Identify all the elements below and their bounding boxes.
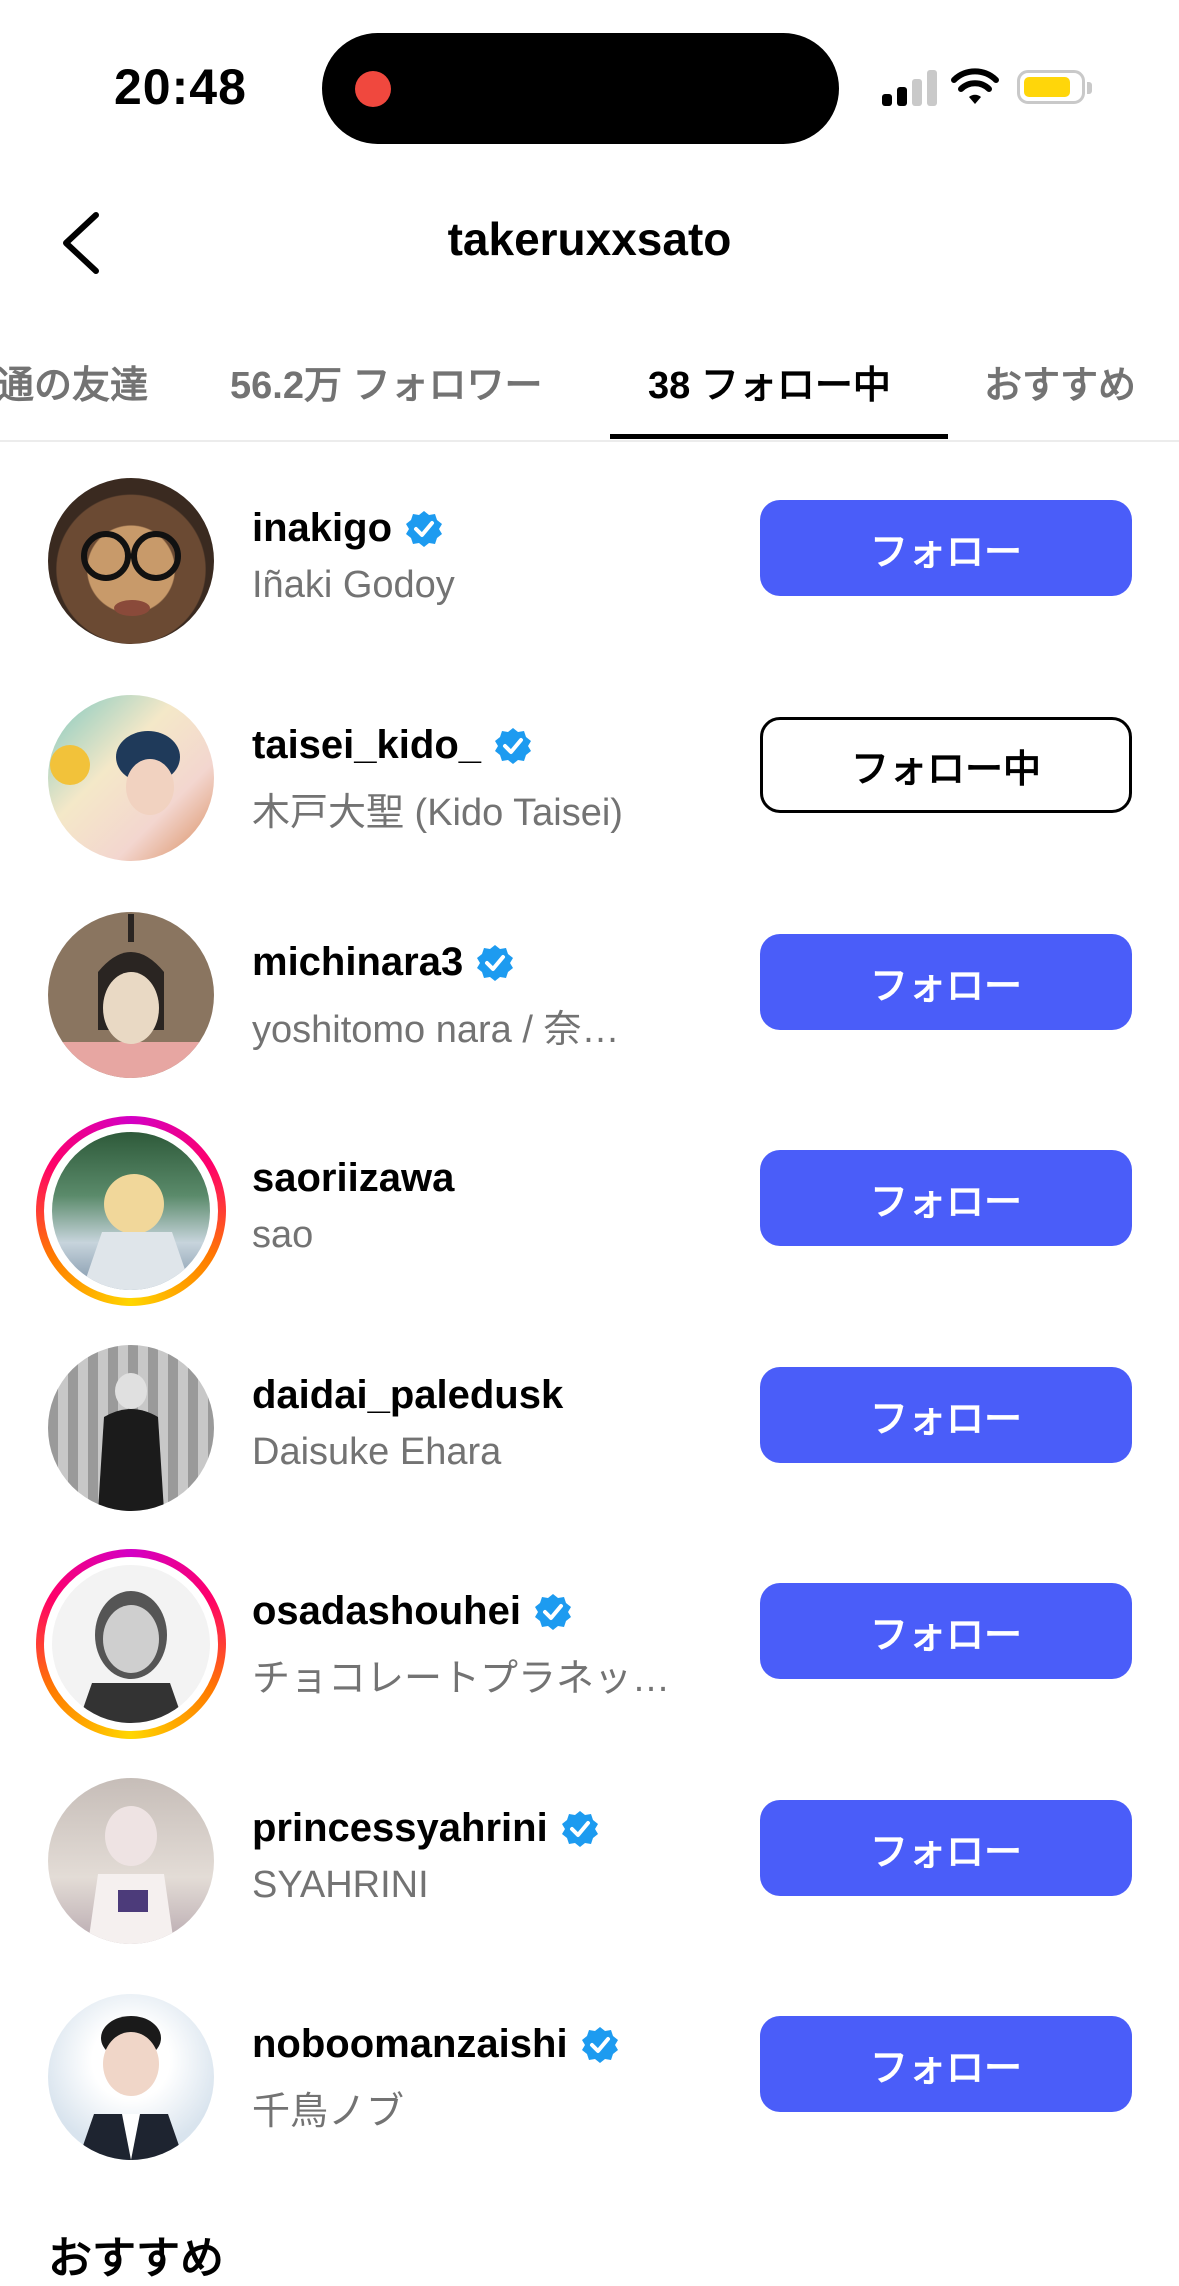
list-item[interactable]: michinara3 yoshitomo nara / 奈… フォロー [0,904,1179,1104]
avatar[interactable] [48,478,214,644]
tab-mutual-friends[interactable]: 通の友達 [0,354,148,409]
cellular-signal-icon [882,70,938,106]
recording-indicator-icon [355,71,391,107]
full-name: sao [252,1214,314,1256]
list-item[interactable]: taisei_kido_ 木戸大聖 (Kido Taisei) フォロー中 [0,687,1179,887]
verified-badge-icon [406,510,443,547]
username[interactable]: michinara3 [252,940,515,985]
follow-button[interactable]: フォロー [760,1583,1132,1679]
verified-badge-icon [534,1593,571,1630]
status-bar: 20:48 [0,0,1179,160]
battery-icon [1017,70,1092,104]
follow-button[interactable]: フォロー [760,1367,1132,1463]
list-item[interactable]: princessyahrini SYAHRINI フォロー [0,1770,1179,1970]
full-name: Daisuke Ehara [252,1431,502,1473]
list-item[interactable]: daidai_paledusk Daisuke Ehara フォロー [0,1337,1179,1537]
status-time: 20:48 [114,59,247,115]
list-item[interactable]: osadashouhei チョコレートプラネッ… フォロー [0,1549,1179,1753]
wifi-icon [951,68,999,104]
tab-bar: 通の友達 56.2万 フォロワー 38 フォロー中 おすすめ [0,340,1179,442]
full-name: Iñaki Godoy [252,564,455,606]
full-name: 千鳥ノブ [252,2091,405,2133]
username[interactable]: saoriizawa [252,1156,454,1201]
full-name: SYAHRINI [252,1864,429,1906]
tab-suggested[interactable]: おすすめ [984,354,1136,409]
avatar[interactable] [52,1565,210,1723]
tab-following[interactable]: 38 フォロー中 [648,354,891,409]
username[interactable]: princessyahrini [252,1806,600,1851]
list-item[interactable]: noboomanzaishi 千鳥ノブ フォロー [0,1986,1179,2186]
full-name: チョコレートプラネッ… [252,1658,671,1700]
verified-badge-icon [581,2026,618,2063]
follow-button[interactable]: フォロー [760,934,1132,1030]
username[interactable]: inakigo [252,506,444,551]
avatar[interactable] [52,1132,210,1290]
list-item[interactable]: inakigo Iñaki Godoy フォロー [0,470,1179,670]
username[interactable]: osadashouhei [252,1589,573,1634]
username[interactable]: taisei_kido_ [252,723,533,768]
username[interactable]: daidai_paledusk [252,1373,563,1418]
verified-badge-icon [477,944,514,981]
avatar[interactable] [48,1778,214,1944]
follow-button[interactable]: フォロー [760,1800,1132,1896]
verified-badge-icon [561,1810,598,1847]
full-name: 木戸大聖 (Kido Taisei) [252,792,623,834]
verified-badge-icon [495,727,532,764]
username[interactable]: noboomanzaishi [252,2022,620,2067]
full-name: yoshitomo nara / 奈… [252,1009,620,1051]
following-button[interactable]: フォロー中 [760,717,1132,813]
avatar[interactable] [48,1994,214,2160]
active-tab-indicator [610,434,948,439]
avatar[interactable] [48,912,214,1078]
tab-followers[interactable]: 56.2万 フォロワー [230,354,543,409]
page-title: takeruxxsato [447,213,732,265]
avatar[interactable] [48,695,214,861]
dynamic-island [322,33,839,144]
follow-button[interactable]: フォロー [760,2016,1132,2112]
follow-button[interactable]: フォロー [760,500,1132,596]
follow-button[interactable]: フォロー [760,1150,1132,1246]
section-title-suggested: おすすめ [48,2234,224,2283]
avatar[interactable] [48,1345,214,1511]
list-item[interactable]: saoriizawa sao フォロー [0,1116,1179,1320]
